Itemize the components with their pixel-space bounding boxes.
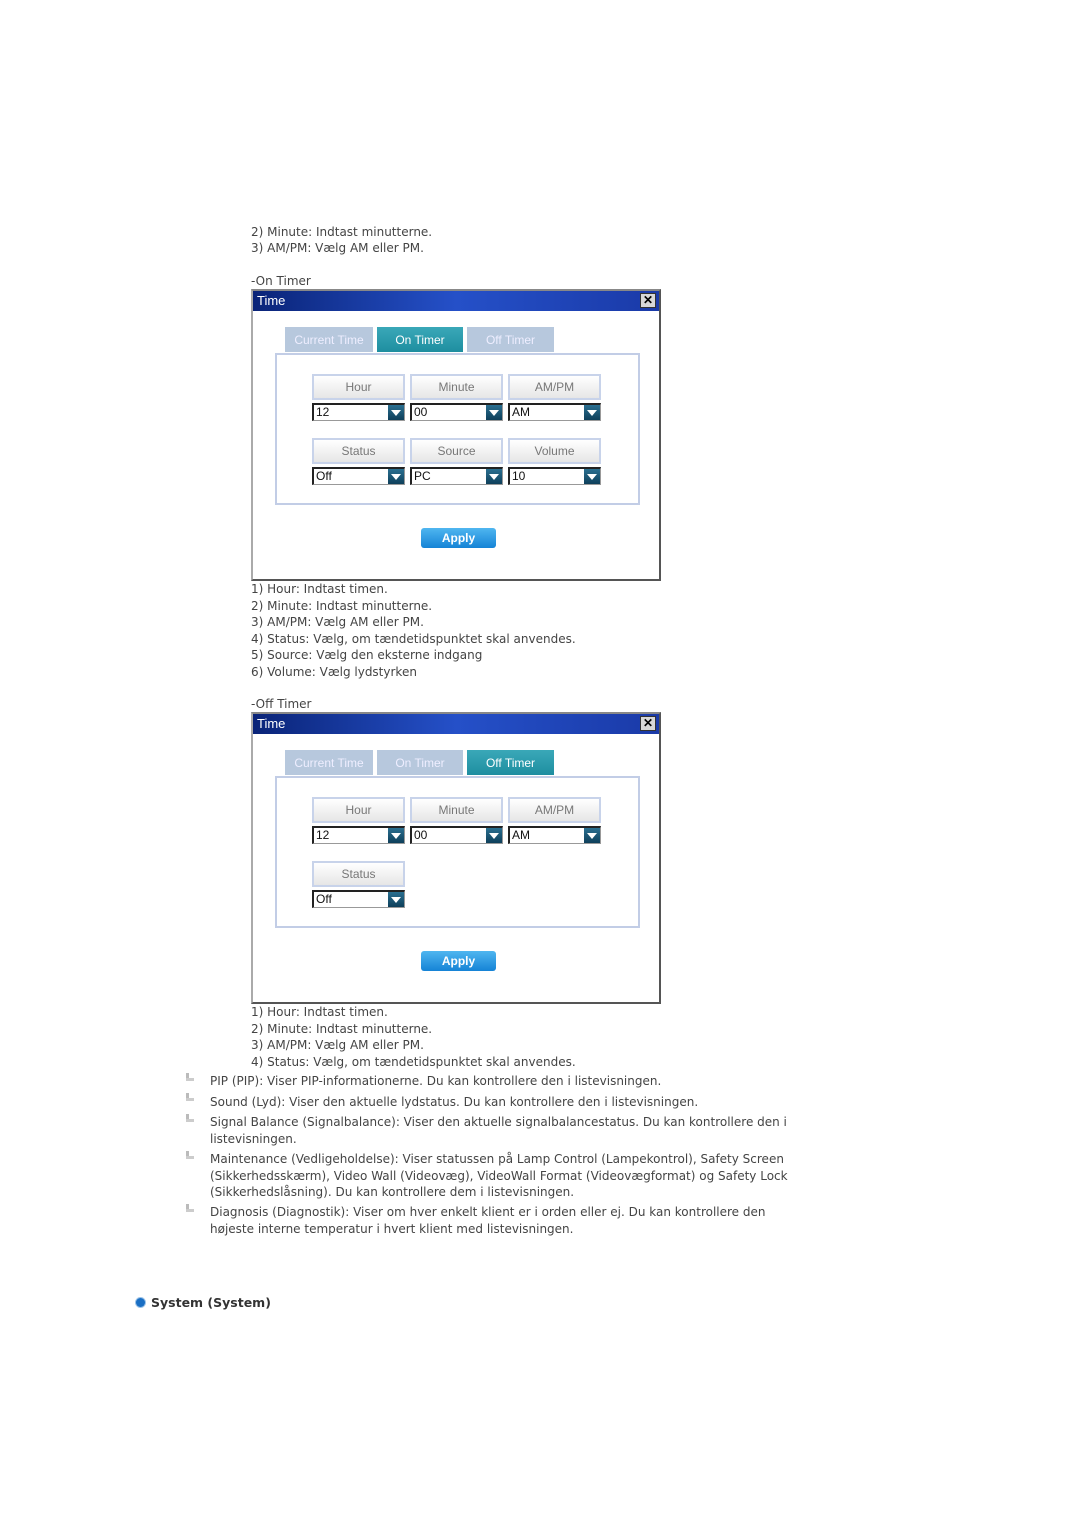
hour-label: Hour — [312, 374, 405, 400]
bullet-icon — [186, 1093, 194, 1101]
dialog-title: Time — [257, 716, 286, 731]
ampm-select[interactable]: AM — [508, 403, 601, 421]
note-line: 6) Volume: Vælg lydstyrken — [251, 664, 417, 679]
ampm-label: AM/PM — [508, 797, 601, 823]
bullet-icon — [186, 1151, 194, 1159]
note-line: 4) Status: Vælg, om tændetidspunktet ska… — [251, 1054, 576, 1069]
hour-select[interactable]: 12 — [312, 403, 405, 421]
chevron-down-icon[interactable] — [486, 405, 502, 420]
note-line: 2) Minute: Indtast minutterne. — [251, 598, 433, 613]
ampm-value: AM — [512, 828, 530, 842]
minute-label: Minute — [410, 797, 503, 823]
hour-value: 12 — [316, 828, 330, 842]
chevron-down-icon[interactable] — [388, 892, 404, 907]
source-value: PC — [414, 469, 431, 483]
section-bullet-icon — [136, 1298, 145, 1307]
chevron-down-icon[interactable] — [388, 828, 404, 843]
tab-on-timer[interactable]: On Timer — [377, 750, 463, 775]
dialog-title: Time — [257, 293, 286, 308]
status-value: Off — [316, 892, 332, 906]
note-line: 5) Source: Vælg den eksterne indgang — [251, 648, 483, 662]
chevron-down-icon[interactable] — [584, 405, 600, 420]
bullet-text: Diagnosis (Diagnostik): Viser om hver en… — [210, 1205, 766, 1236]
chevron-down-icon[interactable] — [388, 469, 404, 484]
chevron-down-icon[interactable] — [486, 828, 502, 843]
source-select[interactable]: PC — [410, 467, 503, 485]
on-timer-heading: -On Timer — [251, 274, 311, 288]
bullet-icon — [186, 1073, 194, 1081]
hour-select[interactable]: 12 — [312, 826, 405, 844]
ampm-label: AM/PM — [508, 374, 601, 400]
tab-on-timer[interactable]: On Timer — [377, 327, 463, 352]
intro-line: 3) AM/PM: Vælg AM eller PM. — [251, 241, 424, 255]
ampm-select[interactable]: AM — [508, 826, 601, 844]
status-select[interactable]: Off — [312, 467, 405, 485]
chevron-down-icon[interactable] — [388, 405, 404, 420]
hour-value: 12 — [316, 405, 330, 419]
status-label: Status — [312, 438, 405, 464]
chevron-down-icon[interactable] — [584, 469, 600, 484]
volume-value: 10 — [512, 469, 526, 483]
minute-value: 00 — [414, 405, 428, 419]
note-line: 2) Minute: Indtast minutterne. — [251, 1021, 433, 1036]
title-bar: Time ✕ — [253, 714, 659, 734]
chevron-down-icon[interactable] — [584, 828, 600, 843]
bullet-text: Sound (Lyd): Viser den aktuelle lydstatu… — [210, 1095, 699, 1109]
close-icon[interactable]: ✕ — [640, 716, 656, 731]
status-select[interactable]: Off — [312, 890, 405, 908]
volume-select[interactable]: 10 — [508, 467, 601, 485]
tab-off-timer[interactable]: Off Timer — [467, 327, 554, 352]
minute-select[interactable]: 00 — [410, 403, 503, 421]
hour-label: Hour — [312, 797, 405, 823]
note-line: 1) Hour: Indtast timen. — [251, 1005, 388, 1019]
status-value: Off — [316, 469, 332, 483]
status-label: Status — [312, 861, 405, 887]
bullet-text: PIP (PIP): Viser PIP-informationerne. Du… — [210, 1074, 662, 1088]
off-timer-dialog: Time ✕ Current Time On Timer Off Timer Ho… — [251, 712, 661, 1004]
close-icon[interactable]: ✕ — [640, 293, 656, 308]
apply-button[interactable]: Apply — [421, 528, 496, 548]
note-line: 3) AM/PM: Vælg AM eller PM. — [251, 615, 424, 629]
note-line: 4) Status: Vælg, om tændetidspunktet ska… — [251, 631, 576, 646]
off-timer-heading: -Off Timer — [251, 697, 312, 711]
bullet-text: Maintenance (Vedligeholdelse): Viser sta… — [210, 1152, 788, 1199]
chevron-down-icon[interactable] — [486, 469, 502, 484]
note-line: 3) AM/PM: Vælg AM eller PM. — [251, 1038, 424, 1052]
volume-label: Volume — [508, 438, 601, 464]
minute-select[interactable]: 00 — [410, 826, 503, 844]
bullet-icon — [186, 1204, 194, 1212]
minute-label: Minute — [410, 374, 503, 400]
tab-current-time[interactable]: Current Time — [285, 750, 373, 775]
on-timer-dialog: Time ✕ Current Time On Timer Off Timer Ho… — [251, 289, 661, 581]
minute-value: 00 — [414, 828, 428, 842]
tab-off-timer[interactable]: Off Timer — [467, 750, 554, 775]
note-line: 1) Hour: Indtast timen. — [251, 582, 388, 596]
bullet-icon — [186, 1114, 194, 1122]
bullet-text: Signal Balance (Signalbalance): Viser de… — [210, 1115, 787, 1146]
title-bar: Time ✕ — [253, 291, 659, 311]
intro-line: 2) Minute: Indtast minutterne. — [251, 225, 433, 239]
section-title: System (System) — [151, 1295, 271, 1310]
apply-button[interactable]: Apply — [421, 951, 496, 971]
tab-current-time[interactable]: Current Time — [285, 327, 373, 352]
source-label: Source — [410, 438, 503, 464]
ampm-value: AM — [512, 405, 530, 419]
